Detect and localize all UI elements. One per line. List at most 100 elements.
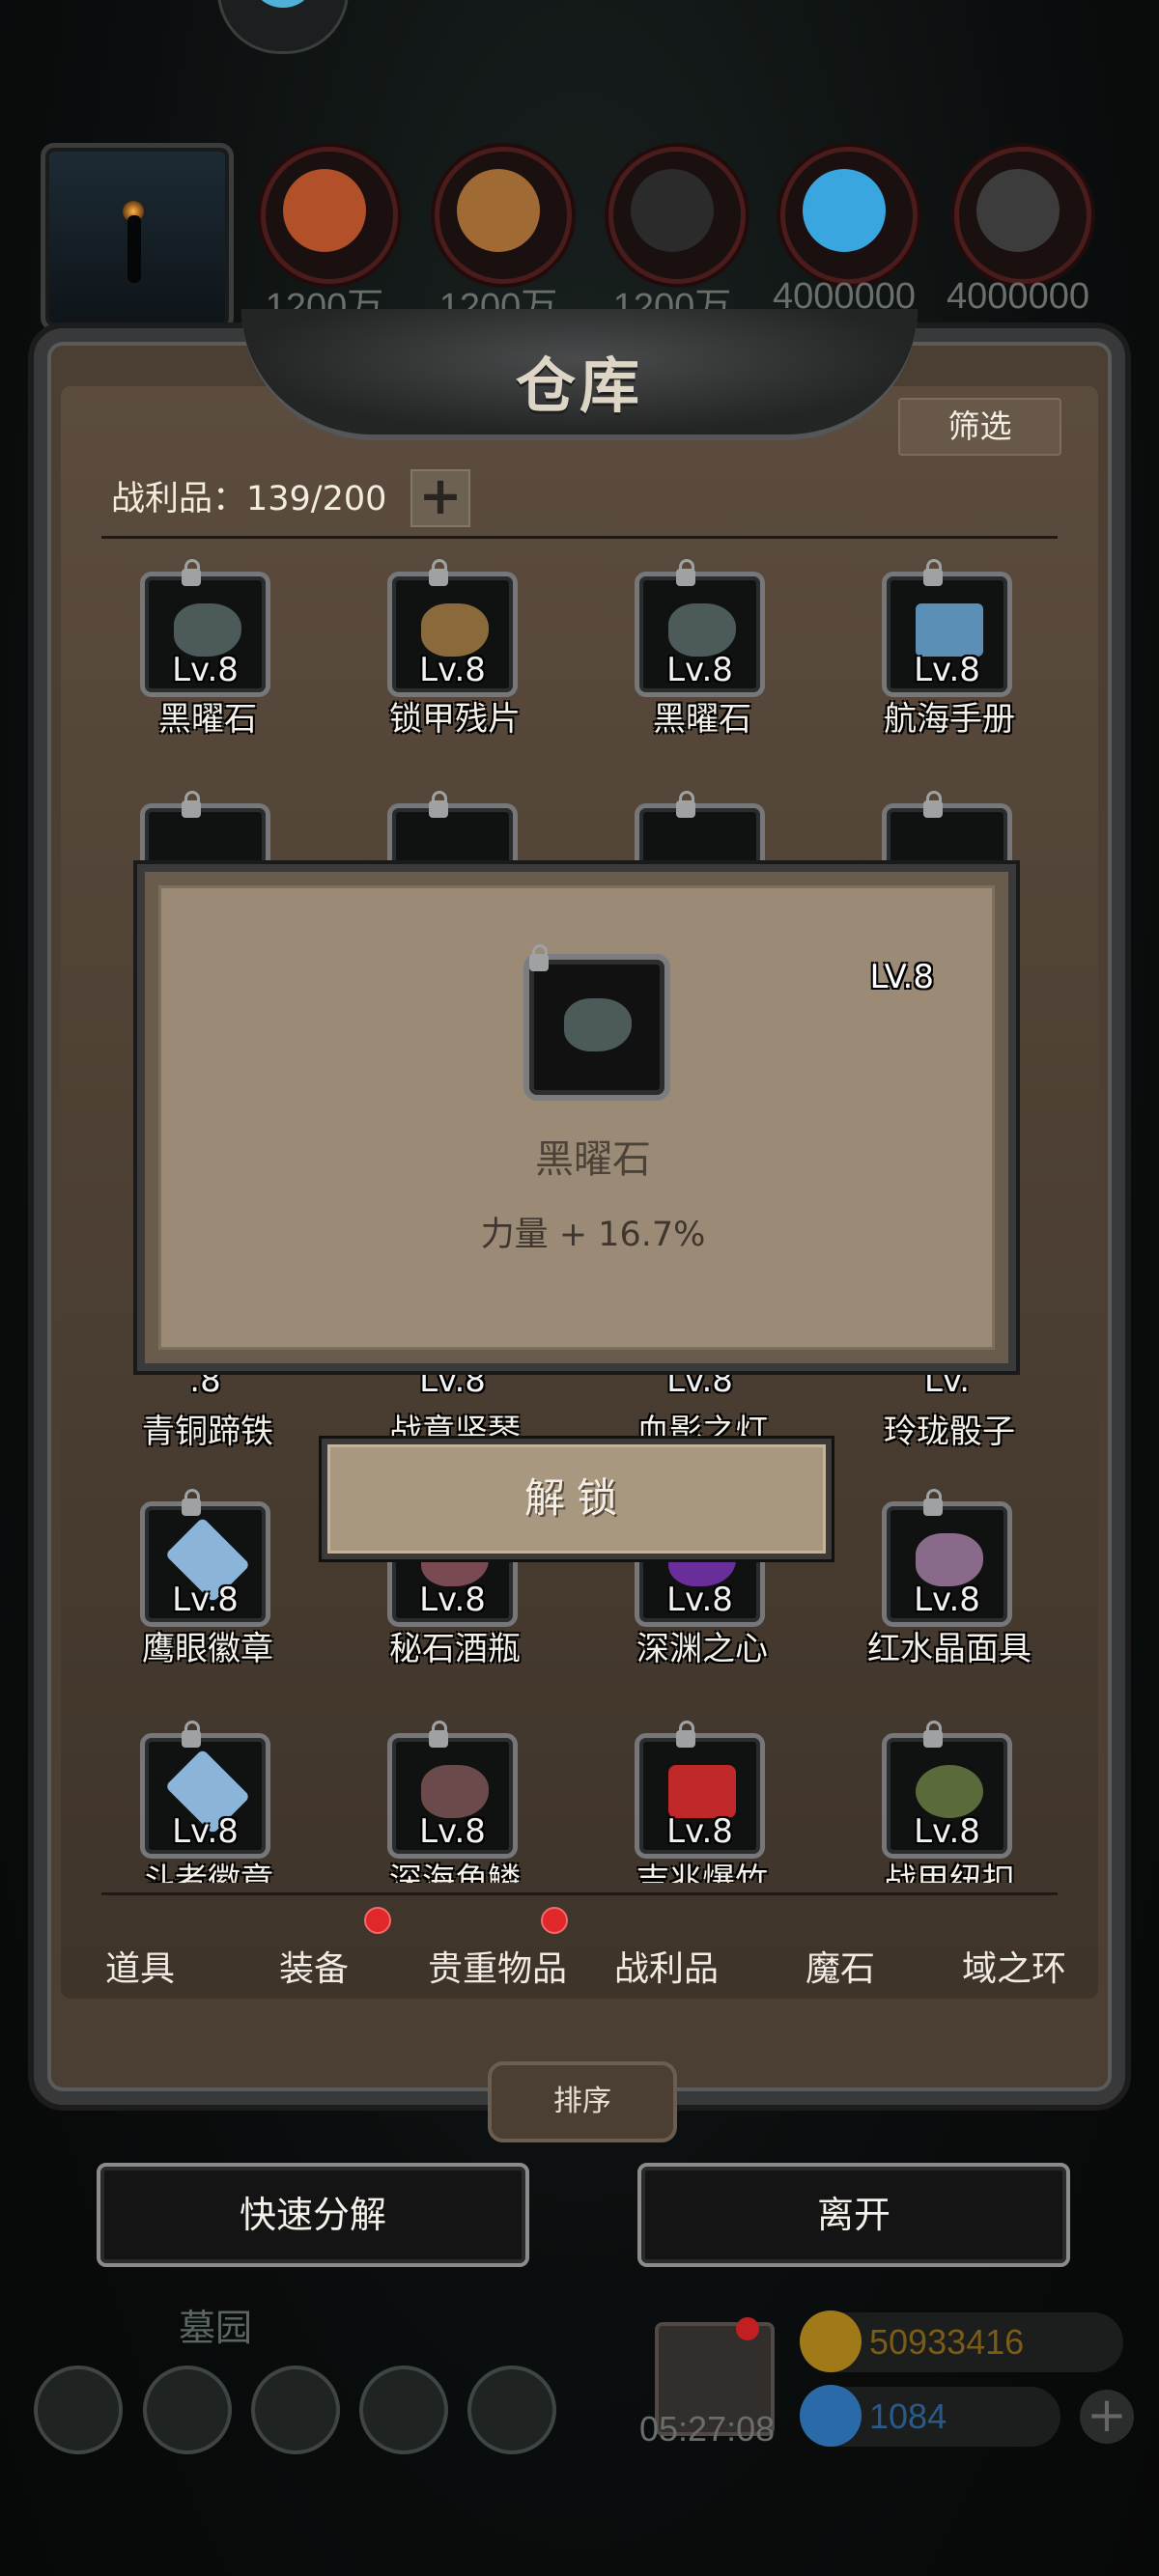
settings-icon[interactable] bbox=[34, 2366, 123, 2454]
lock-icon bbox=[676, 559, 695, 586]
item-name: 深海角鳞 bbox=[389, 1862, 521, 1883]
chain-fragment-icon bbox=[421, 603, 489, 657]
lock-icon bbox=[429, 1721, 448, 1748]
item-name: 秘石酒瓶 bbox=[389, 1630, 521, 1668]
gold-counter: 50933416 bbox=[800, 2310, 1123, 2372]
item-name: 玲珑骰子 bbox=[884, 1413, 1015, 1451]
item-detail-popup: LV.8 黑曜石 力量 + 16.7% bbox=[137, 864, 1016, 1371]
scale-icon bbox=[421, 1765, 489, 1818]
mail-icon[interactable] bbox=[359, 2366, 448, 2454]
item-level: Lv.8 bbox=[172, 1581, 239, 1619]
inventory-item[interactable]: Lv.8 锁甲残片 bbox=[344, 559, 537, 755]
inventory-item[interactable]: Lv.8 斗者徽章 bbox=[97, 1721, 290, 1917]
inventory-item[interactable]: Lv.8 深海角鳞 bbox=[344, 1721, 537, 1917]
obsidian-icon bbox=[174, 603, 241, 657]
lock-icon bbox=[182, 1721, 201, 1748]
item-level: Lv.8 bbox=[419, 1812, 486, 1851]
divider bbox=[101, 536, 1058, 539]
inventory-item[interactable]: Lv.8 战甲纽扣 bbox=[838, 1721, 1032, 1917]
lock-icon bbox=[182, 791, 201, 818]
lock-icon bbox=[182, 559, 201, 586]
lock-icon bbox=[923, 1489, 943, 1516]
resource-wood[interactable] bbox=[435, 147, 572, 284]
item-level: Lv.8 bbox=[914, 651, 980, 689]
lock-icon bbox=[923, 1721, 943, 1748]
shop-icon[interactable] bbox=[467, 2366, 556, 2454]
gem-counter: 1084 bbox=[800, 2385, 1060, 2447]
add-currency-button[interactable]: + bbox=[1080, 2390, 1134, 2444]
lock-icon bbox=[429, 559, 448, 586]
wood-icon bbox=[457, 169, 540, 252]
tab-loot[interactable]: 战利品 bbox=[580, 1917, 753, 2023]
item-name: 航海手册 bbox=[884, 700, 1015, 739]
item-name: 鹰眼徽章 bbox=[142, 1630, 273, 1668]
mascot-icon bbox=[249, 0, 317, 8]
tab-items[interactable]: 道具 bbox=[53, 1917, 227, 2023]
item-level: Lv.8 bbox=[172, 1812, 239, 1851]
quick-decompose-button[interactable]: 快速分解 bbox=[97, 2163, 529, 2267]
lock-icon bbox=[676, 791, 695, 818]
expand-capacity-button[interactable]: + bbox=[410, 469, 470, 527]
sort-button[interactable]: 排序 bbox=[488, 2061, 677, 2142]
inventory-item[interactable]: Lv.8 鹰眼徽章 bbox=[97, 1489, 290, 1685]
notification-dot bbox=[736, 2317, 759, 2340]
inventory-item[interactable]: Lv.8 航海手册 bbox=[838, 559, 1032, 755]
item-level: Lv.8 bbox=[666, 651, 733, 689]
leave-button[interactable]: 离开 bbox=[637, 2163, 1070, 2267]
inventory-item[interactable]: Lv.8 黑曜石 bbox=[97, 559, 290, 755]
resource-iron[interactable] bbox=[954, 147, 1091, 284]
item-level: Lv.8 bbox=[172, 651, 239, 689]
tab-magic-stone[interactable]: 魔石 bbox=[753, 1917, 927, 2023]
item-name: 黑曜石 bbox=[653, 700, 751, 739]
book-icon bbox=[916, 603, 983, 657]
lock-icon bbox=[676, 1721, 695, 1748]
resource-stone[interactable] bbox=[608, 147, 746, 284]
achievement-icon[interactable] bbox=[143, 2366, 232, 2454]
lock-icon bbox=[429, 791, 448, 818]
obsidian-icon bbox=[564, 998, 632, 1051]
obsidian-icon bbox=[668, 603, 736, 657]
item-name: 锁甲残片 bbox=[389, 700, 521, 739]
filter-button[interactable]: 筛选 bbox=[898, 398, 1061, 456]
item-level: Lv.8 bbox=[666, 1812, 733, 1851]
tab-valuables[interactable]: 贵重物品 bbox=[401, 1917, 594, 2023]
lock-icon bbox=[923, 791, 943, 818]
loot-count: 战利品：139/200 bbox=[111, 480, 387, 518]
guild-icon[interactable] bbox=[251, 2366, 340, 2454]
tab-realm-ring[interactable]: 域之环 bbox=[927, 1917, 1101, 2023]
unlock-button[interactable]: 解锁 bbox=[322, 1439, 832, 1559]
resource-amount: 4000000 bbox=[947, 276, 1089, 317]
item-level: Lv.8 bbox=[666, 1581, 733, 1619]
stone-icon bbox=[631, 169, 714, 252]
lock-icon bbox=[923, 559, 943, 586]
gold-coin-icon bbox=[800, 2310, 862, 2372]
inventory-item[interactable]: Lv.8 黑曜石 bbox=[591, 559, 784, 755]
popup-body: LV.8 黑曜石 力量 + 16.7% bbox=[158, 885, 995, 1350]
item-level: Lv.8 bbox=[419, 651, 486, 689]
item-name: 战甲纽扣 bbox=[884, 1862, 1015, 1883]
hero-figure-icon bbox=[127, 215, 141, 283]
popup-item-stat: 力量 + 16.7% bbox=[480, 1216, 706, 1254]
iron-icon bbox=[976, 169, 1060, 252]
mask-icon bbox=[916, 1533, 983, 1586]
item-name: 黑曜石 bbox=[158, 700, 257, 739]
popup-item-slot bbox=[523, 944, 670, 1101]
notification-dot bbox=[364, 1907, 391, 1934]
firecracker-icon bbox=[668, 1765, 736, 1818]
item-name: 深渊之心 bbox=[636, 1630, 768, 1668]
button-icon bbox=[916, 1765, 983, 1818]
resource-crystal[interactable] bbox=[780, 147, 918, 284]
resource-meat[interactable] bbox=[261, 147, 398, 284]
location-label: 墓园 bbox=[179, 2307, 253, 2349]
gift-timer: 05:27:08 bbox=[639, 2409, 776, 2449]
gold-amount: 50933416 bbox=[869, 2322, 1025, 2362]
inventory-item[interactable]: Lv.8 吉兆爆竹 bbox=[591, 1721, 784, 1917]
item-level: Lv.8 bbox=[419, 1581, 486, 1619]
inventory-item[interactable]: Lv.8 红水晶面具 bbox=[838, 1489, 1032, 1685]
lock-icon bbox=[182, 1489, 201, 1516]
notification-dot bbox=[541, 1907, 568, 1934]
gem-icon bbox=[800, 2385, 862, 2447]
item-name: 青铜蹄铁 bbox=[142, 1413, 273, 1451]
hero-portrait[interactable] bbox=[41, 143, 234, 331]
item-level: Lv.8 bbox=[914, 1812, 980, 1851]
